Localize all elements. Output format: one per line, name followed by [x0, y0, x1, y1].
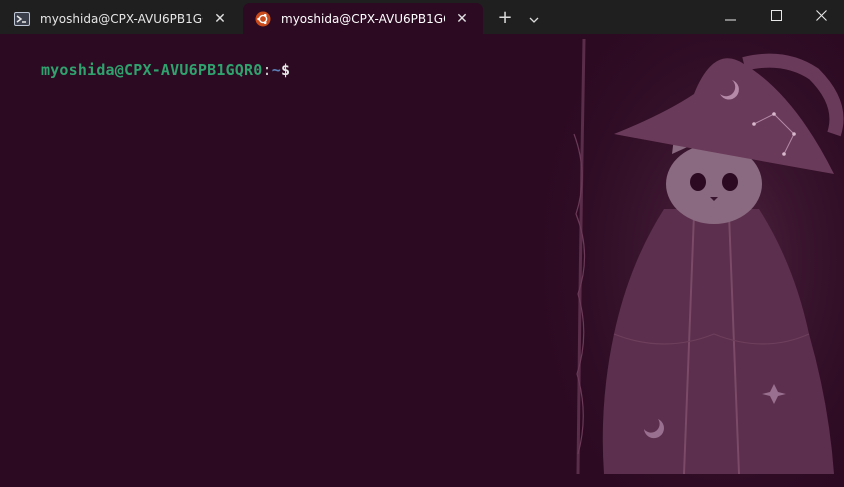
- tab-ubuntu[interactable]: myoshida@CPX-AVU6PB1GQR0 ✕: [243, 3, 483, 34]
- prompt-path: ~: [271, 61, 281, 79]
- chevron-down-icon: [529, 8, 539, 27]
- new-tab-button[interactable]: +: [490, 3, 520, 31]
- tab-powershell[interactable]: myoshida@CPX-AVU6PB1GQR0 ✕: [2, 3, 241, 34]
- prompt-user-host: myoshida@CPX-AVU6PB1GQR0: [40, 61, 263, 79]
- tab-close-button[interactable]: ✕: [451, 8, 473, 30]
- tab-close-button[interactable]: ✕: [209, 8, 231, 30]
- tab-dropdown-button[interactable]: [519, 3, 549, 31]
- title-bar: myoshida@CPX-AVU6PB1GQR0 ✕ myoshida@CPX-…: [0, 0, 844, 34]
- shell-prompt[interactable]: myoshida@CPX-AVU6PB1GQR0:~$: [4, 43, 299, 97]
- ubuntu-icon: [255, 11, 271, 27]
- prompt-symbol: $: [280, 61, 291, 79]
- close-icon: [815, 6, 827, 25]
- minimize-button[interactable]: [707, 0, 753, 30]
- close-window-button[interactable]: [798, 0, 844, 30]
- wizard-cat-background-image: [544, 34, 844, 487]
- maximize-icon: [770, 6, 782, 25]
- terminal-pane[interactable]: myoshida@CPX-AVU6PB1GQR0:~$: [0, 34, 844, 487]
- maximize-button[interactable]: [753, 0, 799, 30]
- text-cursor: [290, 61, 299, 77]
- minimize-icon: [724, 6, 736, 25]
- tab-title: myoshida@CPX-AVU6PB1GQR0: [40, 11, 203, 26]
- prompt-separator: :: [262, 61, 272, 79]
- powershell-icon: [14, 11, 30, 27]
- tab-title: myoshida@CPX-AVU6PB1GQR0: [281, 11, 445, 26]
